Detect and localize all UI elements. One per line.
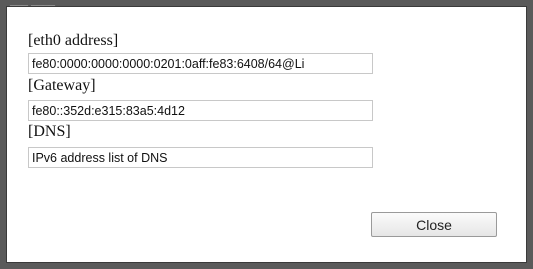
eth0-address-field[interactable]	[28, 53, 373, 74]
gateway-label: [Gateway]	[28, 77, 96, 94]
gateway-field[interactable]	[28, 100, 373, 121]
dns-label: [DNS]	[28, 123, 71, 140]
eth0-address-label: [eth0 address]	[28, 32, 119, 49]
dns-field[interactable]	[28, 147, 373, 168]
close-button[interactable]: Close	[371, 212, 497, 237]
